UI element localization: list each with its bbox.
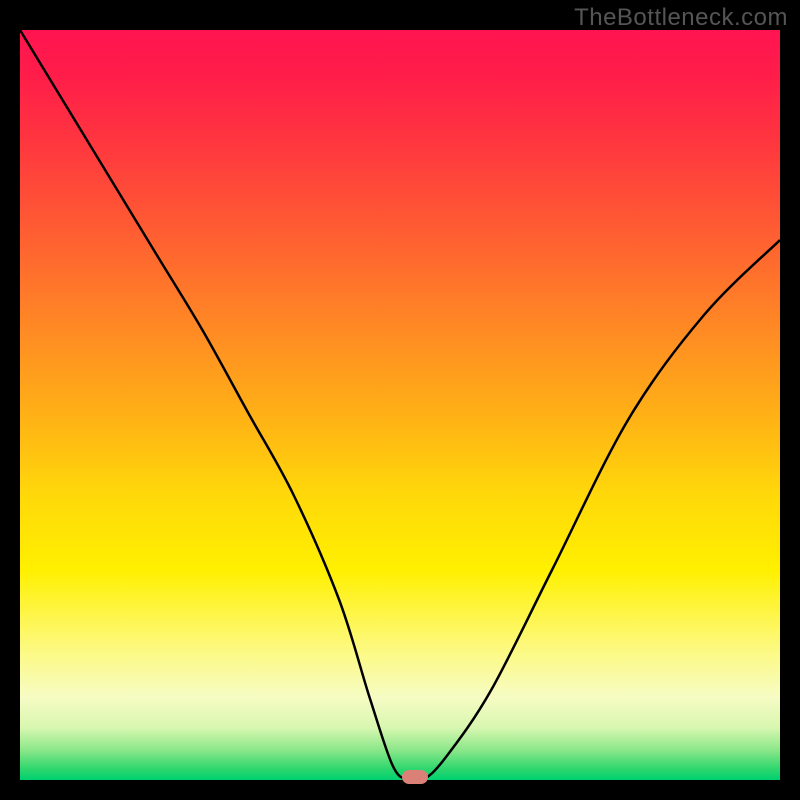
optimal-marker	[402, 770, 428, 784]
curve-path	[20, 30, 780, 780]
bottleneck-curve	[20, 30, 780, 780]
chart-frame: TheBottleneck.com	[0, 0, 800, 800]
watermark-text: TheBottleneck.com	[574, 4, 788, 32]
plot-area	[20, 30, 780, 780]
